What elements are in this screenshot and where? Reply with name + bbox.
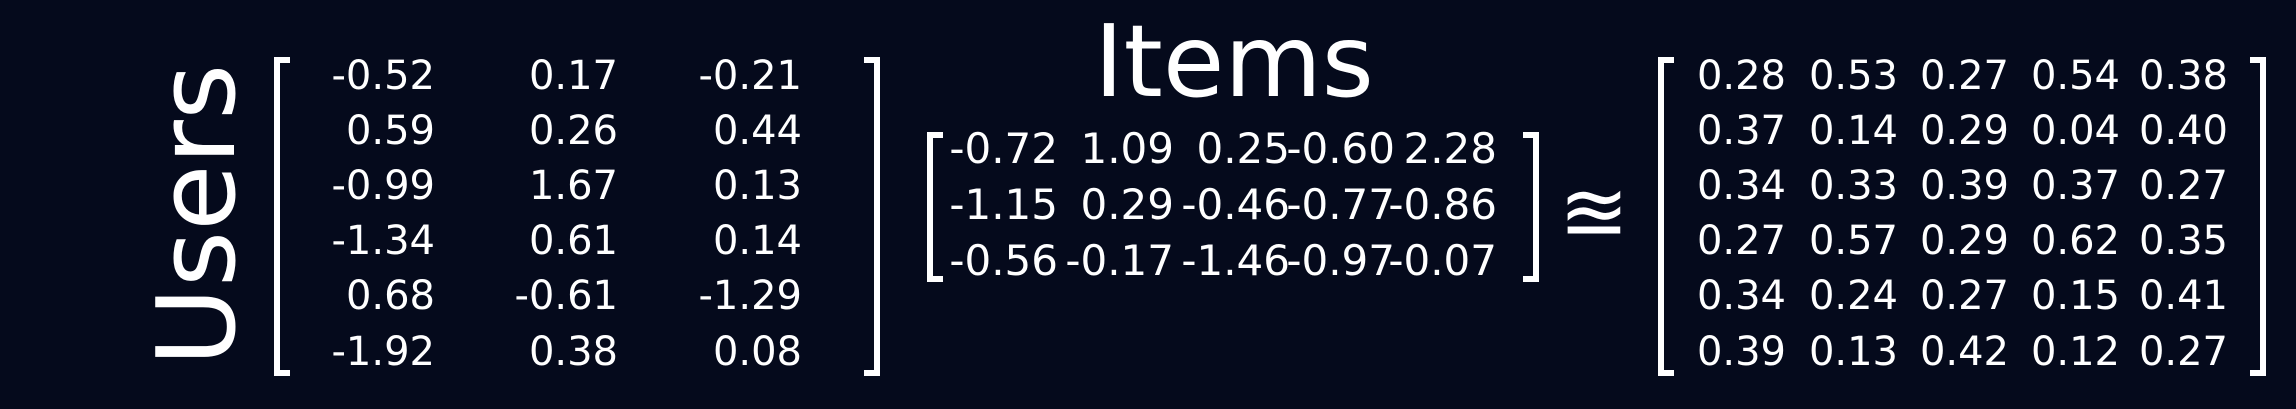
result-matrix-cell: 0.27 — [2138, 329, 2228, 375]
result-matrix-cell: 0.24 — [1808, 273, 1898, 319]
item-matrix-cell: -0.17 — [1065, 236, 1174, 285]
user-matrix-cell: -1.29 — [698, 273, 803, 319]
result-matrix-cell: 0.39 — [1696, 329, 1786, 375]
item-matrix-cell: 0.29 — [1080, 180, 1174, 229]
approx-symbol: ≊ — [1558, 163, 1630, 261]
user-matrix-cell: 1.67 — [528, 163, 618, 209]
items-label: Items — [1094, 3, 1374, 120]
user-matrix-cell: 0.17 — [528, 53, 618, 99]
item-matrix-right-bracket — [1523, 132, 1539, 282]
result-matrix-cell: 0.13 — [1808, 329, 1898, 375]
item-matrix-cell: -1.15 — [949, 180, 1058, 229]
result-matrix-cell: 0.27 — [2138, 163, 2228, 209]
result-matrix-cell: 0.15 — [2030, 273, 2120, 319]
result-matrix-cell: 0.37 — [2030, 163, 2120, 209]
result-matrix-cell: 0.34 — [1696, 273, 1786, 319]
result-matrix-cell: 0.54 — [2030, 53, 2120, 99]
result-matrix-cell: 0.40 — [2138, 108, 2228, 154]
user-matrix-cell: -0.99 — [331, 163, 436, 209]
result-matrix-cell: 0.12 — [2030, 329, 2120, 375]
user-matrix-cell: 0.44 — [712, 108, 802, 154]
result-matrix-cell: 0.34 — [1696, 163, 1786, 209]
result-matrix-cell: 0.53 — [1808, 53, 1898, 99]
result-matrix-left-bracket — [1658, 57, 1674, 376]
result-matrix-cell: 0.29 — [1919, 218, 2009, 264]
item-matrix-cell: -1.46 — [1181, 236, 1290, 285]
item-matrix-left-bracket — [927, 132, 943, 282]
user-matrix-cell: 0.68 — [345, 273, 435, 319]
result-matrix-cell: 0.37 — [1696, 108, 1786, 154]
item-matrix-cell: -0.07 — [1388, 236, 1497, 285]
item-matrix-cell: 1.09 — [1080, 124, 1174, 173]
user-matrix-cell: -1.92 — [331, 329, 436, 375]
user-matrix-cell: 0.14 — [712, 218, 802, 264]
result-matrix-cell: 0.39 — [1919, 163, 2009, 209]
user-matrix-left-bracket — [274, 57, 290, 376]
user-matrix-cell: -0.52 — [331, 53, 436, 99]
result-matrix-cell: 0.14 — [1808, 108, 1898, 154]
result-matrix-cell: 0.29 — [1919, 108, 2009, 154]
result-matrix-cell: 0.42 — [1919, 329, 2009, 375]
result-matrix-cell: 0.27 — [1919, 273, 2009, 319]
item-matrix-cell: -0.97 — [1286, 236, 1395, 285]
result-matrix-cell: 0.35 — [2138, 218, 2228, 264]
item-matrix-cell: -0.72 — [949, 124, 1058, 173]
user-matrix-cell: 0.08 — [712, 329, 802, 375]
item-matrix-cell: -0.77 — [1286, 180, 1395, 229]
item-matrix-cell: -0.56 — [949, 236, 1058, 285]
item-matrix-cell: -0.60 — [1286, 124, 1395, 173]
result-matrix-cell: 0.41 — [2138, 273, 2228, 319]
item-matrix-cell: 2.28 — [1403, 124, 1497, 173]
result-matrix-cell: 0.33 — [1808, 163, 1898, 209]
user-matrix-cell: 0.61 — [528, 218, 618, 264]
result-matrix-cell: 0.28 — [1696, 53, 1786, 99]
result-matrix-right-bracket — [2250, 57, 2266, 376]
result-matrix-cell: 0.04 — [2030, 108, 2120, 154]
user-matrix-cell: 0.59 — [345, 108, 435, 154]
item-matrix-cell: -0.86 — [1388, 180, 1497, 229]
result-matrix-cell: 0.27 — [1696, 218, 1786, 264]
result-matrix-cell: 0.57 — [1808, 218, 1898, 264]
users-label: Users — [135, 63, 260, 367]
user-matrix-right-bracket — [864, 57, 880, 376]
item-matrix-cell: -0.46 — [1181, 180, 1290, 229]
user-matrix-cell: -0.61 — [514, 273, 619, 319]
user-matrix-cell: 0.13 — [712, 163, 802, 209]
user-matrix-cell: -0.21 — [698, 53, 803, 99]
user-matrix-cell: 0.38 — [528, 329, 618, 375]
result-matrix-cell: 0.62 — [2030, 218, 2120, 264]
item-matrix-cell: 0.25 — [1196, 124, 1290, 173]
result-matrix-cell: 0.38 — [2138, 53, 2228, 99]
result-matrix-cell: 0.27 — [1919, 53, 2009, 99]
user-matrix-cell: -1.34 — [331, 218, 436, 264]
user-matrix-cell: 0.26 — [528, 108, 618, 154]
